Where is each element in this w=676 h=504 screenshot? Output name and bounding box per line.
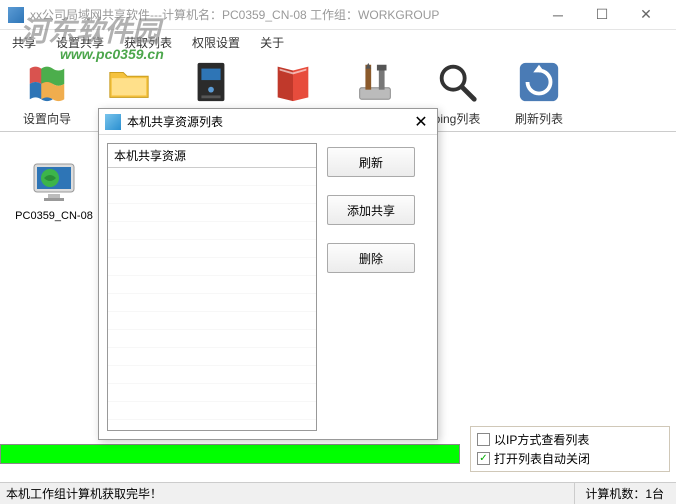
checkbox-icon: ✓	[477, 452, 490, 465]
computer-item[interactable]: PC0359_CN-08	[14, 158, 94, 222]
tool-setup-wizard[interactable]: 设置向导	[8, 54, 86, 131]
dialog-buttons: 刷新 添加共享 删除	[327, 143, 415, 431]
tool-label: 设置向导	[23, 110, 71, 127]
minimize-button[interactable]: ─	[536, 0, 580, 30]
folder-icon	[105, 58, 153, 106]
menu-get-list[interactable]: 获取列表	[118, 32, 178, 53]
ip-mode-label: 以IP方式查看列表	[494, 431, 589, 448]
auto-close-checkbox-row[interactable]: ✓ 打开列表自动关闭	[477, 449, 663, 468]
monitor-icon	[30, 158, 78, 206]
statusbar: 本机工作组计算机获取完毕！ 计算机数：1台	[0, 482, 676, 504]
refresh-button[interactable]: 刷新	[327, 147, 415, 177]
window-controls: ─ ☐ ✕	[536, 0, 668, 30]
window-titlebar: xx公司局域网共享软件---计算机名：PC0359_CN-08 工作组：WORK…	[0, 0, 676, 30]
add-share-button[interactable]: 添加共享	[327, 195, 415, 225]
ip-mode-checkbox-row[interactable]: 以IP方式查看列表	[477, 430, 663, 449]
tool-label: 刷新列表	[515, 110, 563, 127]
tools-icon	[351, 58, 399, 106]
menubar: 共享 设置共享 获取列表 权限设置 关于	[0, 30, 676, 54]
maximize-button[interactable]: ☐	[580, 0, 624, 30]
dialog-close-button[interactable]: ✕	[411, 112, 431, 132]
tool-label: ping列表	[434, 110, 481, 127]
checkbox-icon	[477, 433, 490, 446]
menu-share[interactable]: 共享	[6, 32, 42, 53]
status-count: 计算机数：1台	[574, 483, 676, 504]
progress-bar	[0, 444, 460, 464]
winflag-icon	[23, 58, 71, 106]
view-options: 以IP方式查看列表 ✓ 打开列表自动关闭	[470, 426, 670, 472]
auto-close-label: 打开列表自动关闭	[494, 450, 590, 467]
status-message: 本机工作组计算机获取完毕！	[0, 485, 574, 502]
content-area: PC0359_CN-08 本机共享资源列表 ✕ 本机共享资源 刷新 添加共享 删…	[0, 132, 676, 452]
share-listbox[interactable]: 本机共享资源	[107, 143, 317, 431]
server-icon	[187, 58, 235, 106]
dialog-title: 本机共享资源列表	[127, 113, 411, 130]
listbox-header: 本机共享资源	[108, 144, 316, 168]
menu-set-share[interactable]: 设置共享	[50, 32, 110, 53]
tool-refresh-list[interactable]: 刷新列表	[500, 54, 578, 131]
app-icon	[8, 7, 24, 23]
refresh-icon	[515, 58, 563, 106]
window-title: xx公司局域网共享软件---计算机名：PC0359_CN-08 工作组：WORK…	[30, 6, 536, 23]
menu-about[interactable]: 关于	[254, 32, 290, 53]
delete-button[interactable]: 删除	[327, 243, 415, 273]
close-button[interactable]: ✕	[624, 0, 668, 30]
listbox-rows	[108, 168, 316, 428]
dialog-body: 本机共享资源 刷新 添加共享 删除	[99, 135, 437, 439]
share-resources-dialog: 本机共享资源列表 ✕ 本机共享资源 刷新 添加共享 删除	[98, 108, 438, 440]
dialog-titlebar[interactable]: 本机共享资源列表 ✕	[99, 109, 437, 135]
book-icon	[269, 58, 317, 106]
dialog-icon	[105, 114, 121, 130]
magnify-icon	[433, 58, 481, 106]
menu-permissions[interactable]: 权限设置	[186, 32, 246, 53]
computer-label: PC0359_CN-08	[15, 210, 93, 222]
